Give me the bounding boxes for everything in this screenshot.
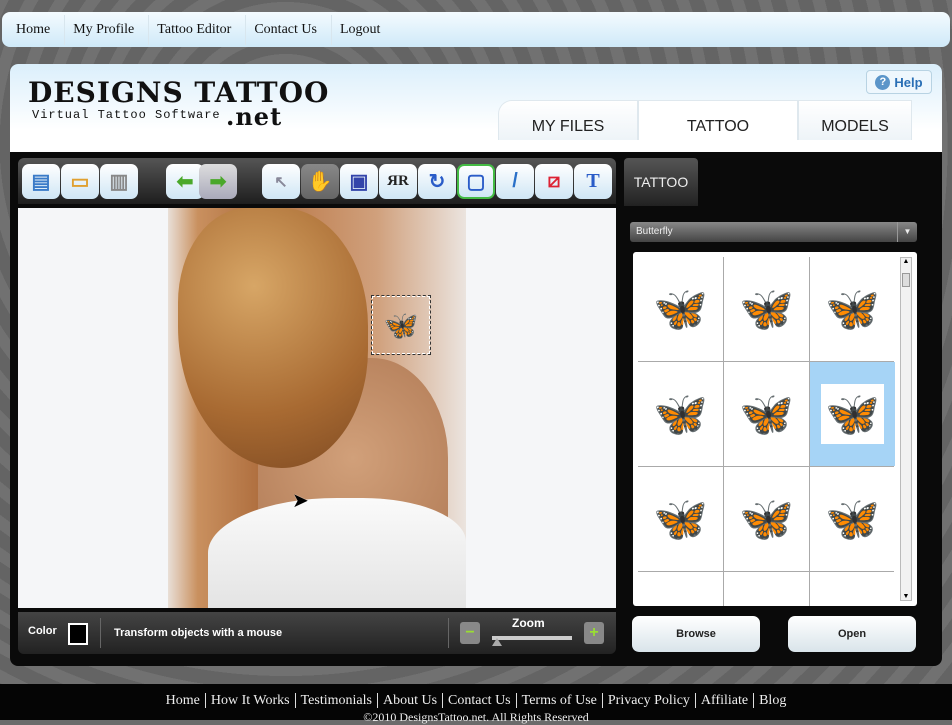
tab-my-files[interactable]: MY FILES [498, 100, 638, 140]
tattoo-thumb[interactable]: 🦋 [810, 467, 895, 571]
footer: Home How It Works Testimonials About Us Cont… [0, 684, 952, 724]
status-text: Transform objects with a mouse [114, 627, 283, 639]
mirror-icon[interactable]: ЯR [379, 164, 417, 199]
zoom-out-button[interactable]: − [460, 622, 480, 644]
footer-link-how-it-works[interactable]: How It Works [205, 693, 296, 708]
divider [100, 618, 101, 648]
help-label: Help [894, 74, 923, 90]
tab-tattoo[interactable]: TATTOO [638, 100, 798, 140]
zoom-in-button[interactable]: + [584, 622, 604, 644]
help-icon: ? [875, 74, 891, 90]
gallery-scrollbar[interactable]: ▲ ▼ [900, 257, 912, 601]
tab-models[interactable]: MODELS [798, 100, 912, 140]
frame-icon[interactable]: ▣ [340, 164, 378, 199]
tattoo-thumb[interactable]: 🦋 [724, 257, 809, 361]
tattoo-thumb[interactable]: 🦋 [810, 257, 895, 361]
logo: DESIGNS TATTOO Virtual Tattoo Software .ne… [28, 76, 330, 131]
footer-link-blog[interactable]: Blog [754, 693, 791, 708]
footer-link-about-us[interactable]: About Us [377, 693, 444, 708]
pointer-icon[interactable]: ↖ [262, 164, 300, 199]
text-icon[interactable]: T [574, 164, 612, 199]
zoom-label: Zoom [512, 616, 545, 630]
tattoo-thumb[interactable] [810, 572, 895, 606]
status-bar: Color Transform objects with a mouse − Z… [18, 612, 616, 654]
footer-link-contact-us[interactable]: Contact Us [443, 693, 517, 708]
rotate-icon[interactable]: ↻ [418, 164, 456, 199]
category-dropdown[interactable]: Butterfly ▼ [630, 222, 917, 242]
scrollbar-thumb[interactable] [902, 273, 910, 287]
tattoo-thumb[interactable]: 🦋 [638, 467, 723, 571]
color-swatch[interactable] [68, 623, 88, 645]
tattoo-thumb[interactable] [724, 572, 809, 606]
toolbar: ▤ ▭ ▥ ⬅ ➡ ↖ ✋ ▣ ЯR ↻ ▢ / ⧄ T [18, 158, 616, 204]
hand-icon[interactable]: ✋ [301, 164, 339, 199]
top-nav: Home My Profile Tattoo Editor Contact Us… [2, 12, 950, 47]
model-towel [208, 498, 466, 608]
tattoo-selection[interactable]: 🦋 [371, 295, 431, 355]
browse-button[interactable]: Browse [632, 616, 760, 652]
model-hair [178, 208, 368, 468]
tattoo-thumb[interactable] [638, 572, 723, 606]
save-icon[interactable]: ▤ [22, 164, 60, 199]
footer-link-testimonials[interactable]: Testimonials [295, 693, 378, 708]
chevron-down-icon: ▼ [897, 222, 917, 242]
tattoo-thumb[interactable]: 🦋 [638, 257, 723, 361]
divider [448, 618, 449, 648]
butterfly-tattoo-icon: 🦋 [383, 310, 419, 341]
category-value: Butterfly [636, 226, 673, 237]
tattoo-thumb[interactable]: 🦋 [724, 362, 809, 466]
logo-title: DESIGNS TATTOO [28, 76, 330, 109]
open-button[interactable]: Open [788, 616, 916, 652]
logo-tagline: Virtual Tattoo Software [32, 108, 221, 122]
nav-my-profile[interactable]: My Profile [65, 14, 150, 45]
editor-panel: DESIGNS TATTOO Virtual Tattoo Software .ne… [10, 64, 942, 666]
brush-icon[interactable]: / [496, 164, 534, 199]
scroll-down-icon[interactable]: ▼ [901, 593, 911, 600]
logo-net: .net [226, 102, 283, 131]
footer-link-affiliate[interactable]: Affiliate [695, 693, 755, 708]
eraser-icon[interactable]: ⧄ [535, 164, 573, 199]
panel-tab-tattoo[interactable]: TATTOO [624, 158, 698, 206]
nav-tattoo-editor[interactable]: Tattoo Editor [149, 14, 247, 45]
color-label: Color [28, 625, 57, 637]
footer-link-privacy[interactable]: Privacy Policy [602, 693, 696, 708]
tattoo-thumb[interactable]: 🦋 [724, 467, 809, 571]
nav-home[interactable]: Home [8, 14, 66, 45]
mouse-cursor-icon: ➤ [292, 490, 309, 512]
tattoo-thumb[interactable]: 🦋 [638, 362, 723, 466]
copyright: ©2010 DesignsTattoo.net. All Rights Rese… [363, 710, 589, 724]
footer-link-terms[interactable]: Terms of Use [516, 693, 603, 708]
tattoo-thumb-selected[interactable]: 🦋 [810, 362, 895, 466]
nav-logout[interactable]: Logout [332, 15, 394, 45]
nav-contact-us[interactable]: Contact Us [246, 14, 332, 45]
footer-link-home[interactable]: Home [160, 693, 206, 708]
model-photo: 🦋 [168, 208, 466, 608]
help-button[interactable]: ? Help [866, 70, 932, 94]
zoom-slider[interactable] [492, 636, 572, 646]
tattoo-gallery: 🦋 🦋 🦋 🦋 🦋 🦋 🦋 🦋 🦋 ▲ ▼ [633, 252, 917, 606]
canvas[interactable]: 🦋 [18, 208, 616, 608]
header: DESIGNS TATTOO Virtual Tattoo Software .ne… [10, 64, 942, 152]
zoom-slider-thumb[interactable] [492, 638, 502, 646]
trash-icon[interactable]: ▥ [100, 164, 138, 199]
fit-icon[interactable]: ▢ [457, 164, 495, 199]
print-icon[interactable]: ▭ [61, 164, 99, 199]
redo-arrow-icon[interactable]: ➡ [199, 164, 237, 199]
